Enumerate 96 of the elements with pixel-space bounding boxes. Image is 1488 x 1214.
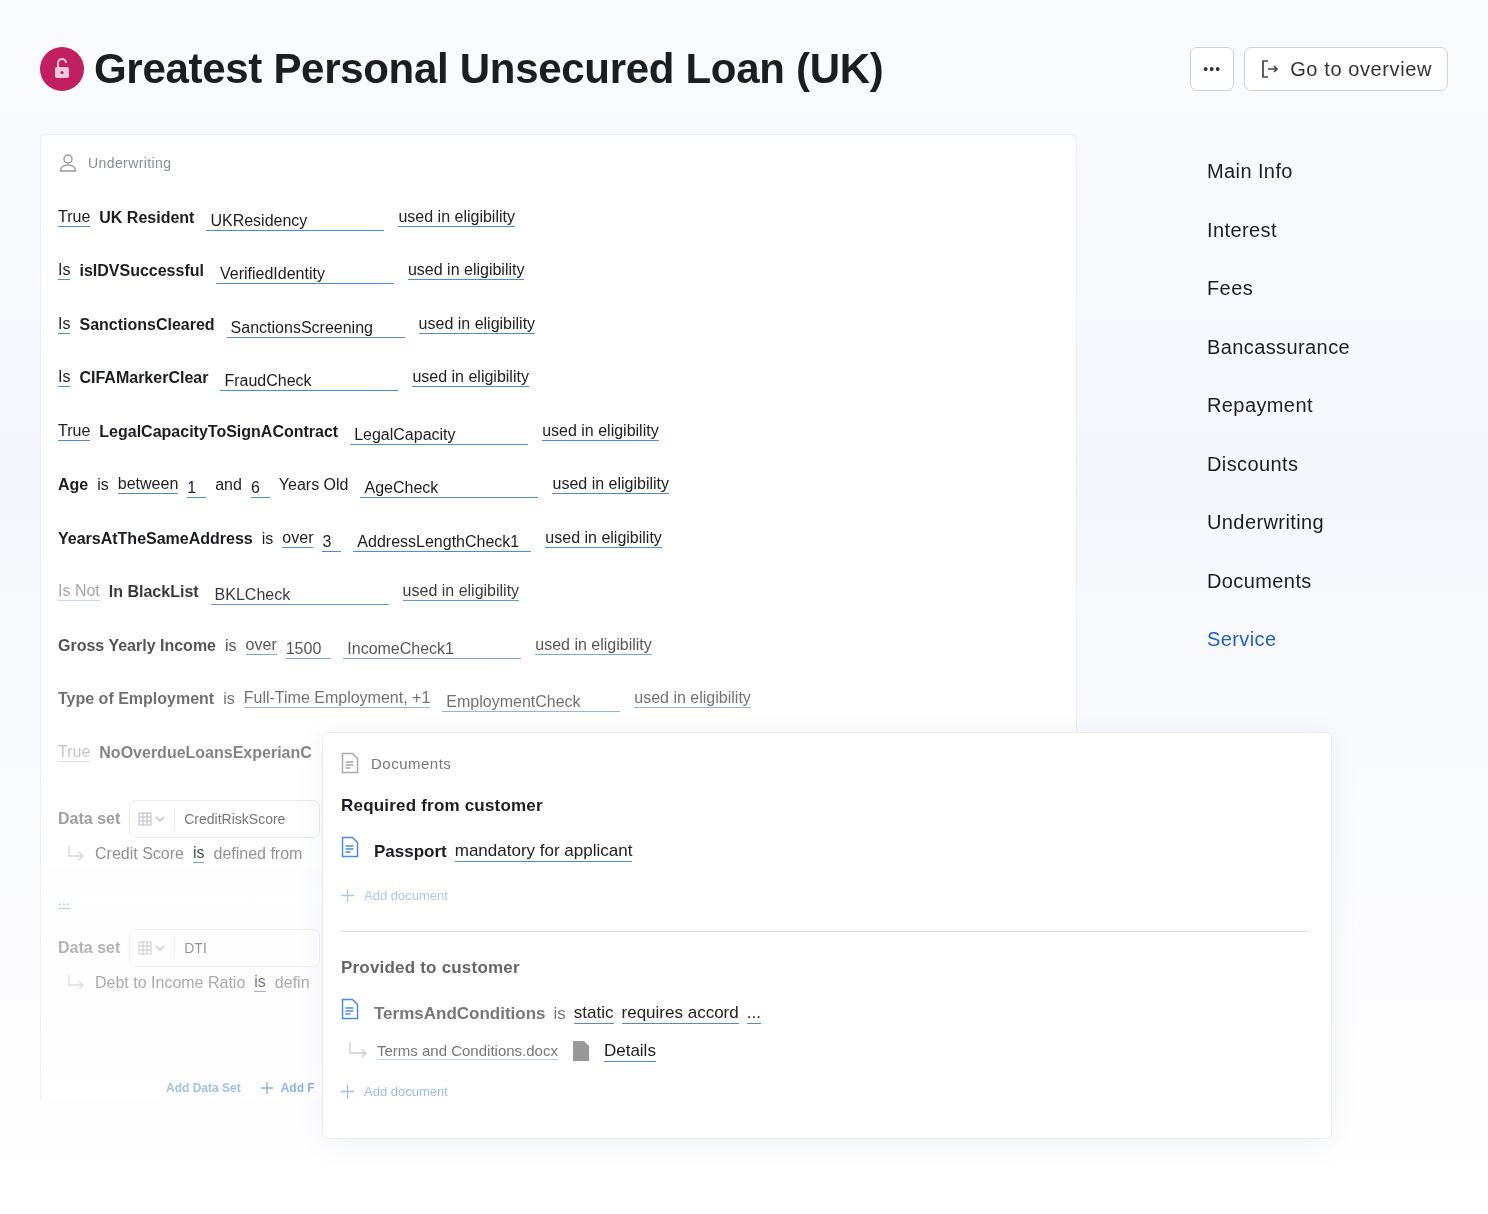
attribute-name: LegalCapacityToSignAContract <box>99 422 339 441</box>
keyword-link[interactable]: Is <box>58 314 71 334</box>
connector-text: Years Old <box>278 476 349 494</box>
keyword-link[interactable]: Is <box>58 261 71 280</box>
data-set-label: Data set <box>58 809 121 828</box>
connector-text: is <box>97 476 109 494</box>
connector-text: Credit Score <box>95 844 184 863</box>
usage-link[interactable]: ... <box>746 1004 761 1024</box>
keyword-link[interactable]: over <box>282 528 314 548</box>
section-title: Provided to customer <box>341 958 521 978</box>
overview-button[interactable]: Go to overview <box>1244 47 1448 91</box>
value-field[interactable]: 1500 <box>285 639 332 659</box>
section-title: Required from customer <box>341 796 544 816</box>
connector-text: is <box>223 690 235 708</box>
connector-text: defin <box>274 973 310 992</box>
nav-item[interactable]: Documents <box>1207 569 1312 593</box>
check-name-field[interactable]: SanctionsScreening <box>226 318 405 338</box>
attribute-name: isIDVSuccessful <box>79 262 204 280</box>
usage-link[interactable]: mandatory for applicant <box>454 842 633 862</box>
document-icon <box>341 998 359 1020</box>
file-link[interactable]: Terms and Conditions.docx <box>377 1042 558 1060</box>
usage-link[interactable]: used in eligibility <box>634 689 751 708</box>
plus-icon <box>341 889 354 902</box>
usage-link[interactable]: static <box>573 1004 614 1024</box>
usage-link[interactable]: used in eligibility <box>407 261 525 280</box>
attribute-name: Type of Employment <box>58 690 215 708</box>
attribute-name: Age <box>58 476 89 494</box>
keyword-link[interactable]: Full-Time Employment, +1 <box>243 689 431 708</box>
attribute-name: NoOverdueLoansExperianC <box>99 743 312 762</box>
nav-item[interactable]: Fees <box>1207 277 1254 300</box>
data-set-select[interactable]: CreditRiskScore <box>129 799 320 838</box>
person-icon <box>58 153 78 173</box>
usage-link[interactable]: used in eligibility <box>535 635 652 655</box>
usage-link[interactable]: used in eligibility <box>552 475 669 494</box>
attribute-name: UK Resident <box>99 208 195 227</box>
connector-text: defined from <box>213 844 303 863</box>
usage-link[interactable]: used in eligibility <box>398 207 515 227</box>
document-icon <box>341 836 359 858</box>
plus-icon <box>260 1081 273 1094</box>
plus-icon <box>341 1085 354 1098</box>
value-field[interactable]: 3 <box>322 532 342 552</box>
value-field[interactable]: 1 <box>187 479 207 498</box>
more-button[interactable]: ••• <box>1190 47 1235 91</box>
nav-item[interactable]: Underwriting <box>1207 511 1325 534</box>
attribute-name: SanctionsCleared <box>79 315 215 334</box>
check-name-field[interactable]: LegalCapacity <box>350 425 529 445</box>
connector-text: is <box>553 1005 566 1024</box>
check-name-field[interactable]: FraudCheck <box>220 372 399 391</box>
attribute-name: Gross Yearly Income <box>58 636 216 655</box>
keyword-link[interactable]: between <box>117 475 179 494</box>
attribute-name: CIFAMarkerClear <box>79 369 209 387</box>
keyword-link[interactable]: True <box>58 207 91 227</box>
document-icon <box>341 752 359 774</box>
keyword-link[interactable]: is <box>254 973 266 992</box>
nav-item[interactable]: Repayment <box>1207 394 1313 417</box>
exit-icon <box>1260 59 1281 79</box>
check-name-field[interactable]: VerifiedIdentity <box>215 265 394 284</box>
usage-link[interactable]: used in eligibility <box>545 528 662 548</box>
keyword-link[interactable]: over <box>245 635 277 655</box>
connector-text: and <box>215 476 242 494</box>
nav-item[interactable]: Bancassurance <box>1207 335 1351 359</box>
details-link[interactable]: Details <box>603 1040 656 1062</box>
check-name-field[interactable]: IncomeCheck1 <box>343 639 522 659</box>
check-name-field[interactable]: AgeCheck <box>360 479 539 498</box>
nav-item[interactable]: Main Info <box>1207 160 1293 183</box>
check-name-field[interactable]: EmploymentCheck <box>442 693 621 712</box>
keyword-link[interactable]: is <box>192 844 205 863</box>
table-caret-icon <box>138 811 167 826</box>
nav-item[interactable]: Service <box>1207 628 1277 651</box>
keyword-link[interactable]: True <box>58 421 91 441</box>
attribute-name: Passport <box>374 843 447 862</box>
attribute-name: In BlackList <box>108 583 199 601</box>
connector-text: is <box>225 636 237 655</box>
nav-item[interactable]: Discounts <box>1207 452 1299 476</box>
usage-link[interactable]: used in eligibility <box>542 421 659 441</box>
usage-link[interactable]: used in eligibility <box>402 582 520 601</box>
connector-text: Debt to Income Ratio <box>95 973 246 992</box>
check-name-field[interactable]: AddressLengthCheck1 <box>353 532 532 552</box>
value-field[interactable]: 6 <box>250 479 270 498</box>
data-set-label: Data set <box>58 938 121 957</box>
file-icon <box>571 1040 590 1062</box>
nav-item[interactable]: Interest <box>1207 218 1277 242</box>
attribute-name: TermsAndConditions <box>374 1005 546 1024</box>
page-title: Greatest Personal Unsecured Loan (UK) <box>94 45 885 93</box>
check-name-field[interactable]: BKLCheck <box>210 586 389 605</box>
keyword-link[interactable]: Is <box>58 368 71 387</box>
panel-title: Documents <box>371 754 452 772</box>
card-title: Underwriting <box>88 155 172 171</box>
check-name-field[interactable]: UKResidency <box>206 211 385 231</box>
lock-icon <box>40 47 84 91</box>
usage-link[interactable]: requires accord <box>621 1004 739 1024</box>
connector-text: is <box>261 529 274 548</box>
usage-link[interactable]: used in eligibility <box>418 314 536 334</box>
table-caret-icon <box>138 940 167 955</box>
usage-link[interactable]: used in eligibility <box>412 368 529 387</box>
attribute-name: YearsAtTheSameAddress <box>58 529 253 548</box>
